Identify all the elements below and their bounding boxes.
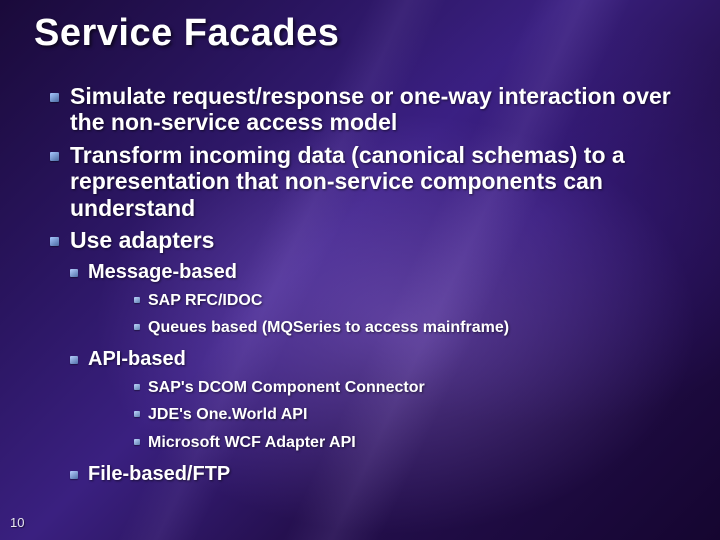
adapter-category: File-based/FTP — [74, 462, 686, 486]
bullet-item: Use adapters — [56, 227, 686, 253]
adapter-category: Message-based SAP RFC/IDOC Queues based … — [74, 260, 686, 339]
slide: Service Facades Simulate request/respons… — [0, 0, 720, 540]
bullet-list-level3: SAP RFC/IDOC Queues based (MQSeries to a… — [88, 290, 686, 339]
bullet-list-level1: Simulate request/response or one-way int… — [34, 83, 686, 254]
slide-title: Service Facades — [34, 12, 686, 55]
adapter-category-label: File-based/FTP — [88, 463, 230, 485]
adapter-category-label: API-based — [88, 348, 186, 370]
page-number: 10 — [10, 515, 24, 530]
bullet-item: Simulate request/response or one-way int… — [56, 83, 686, 136]
adapter-item: SAP RFC/IDOC — [136, 290, 686, 312]
adapter-item: Queues based (MQSeries to access mainfra… — [136, 317, 686, 339]
adapter-item: Microsoft WCF Adapter API — [136, 432, 686, 454]
adapter-category-label: Message-based — [88, 261, 237, 283]
bullet-list-level3: SAP's DCOM Component Connector JDE's One… — [88, 377, 686, 454]
adapter-category: API-based SAP's DCOM Component Connector… — [74, 347, 686, 454]
adapter-item: SAP's DCOM Component Connector — [136, 377, 686, 399]
bullet-list-level2: Message-based SAP RFC/IDOC Queues based … — [34, 260, 686, 486]
adapter-item: JDE's One.World API — [136, 404, 686, 426]
bullet-item: Transform incoming data (canonical schem… — [56, 142, 686, 221]
